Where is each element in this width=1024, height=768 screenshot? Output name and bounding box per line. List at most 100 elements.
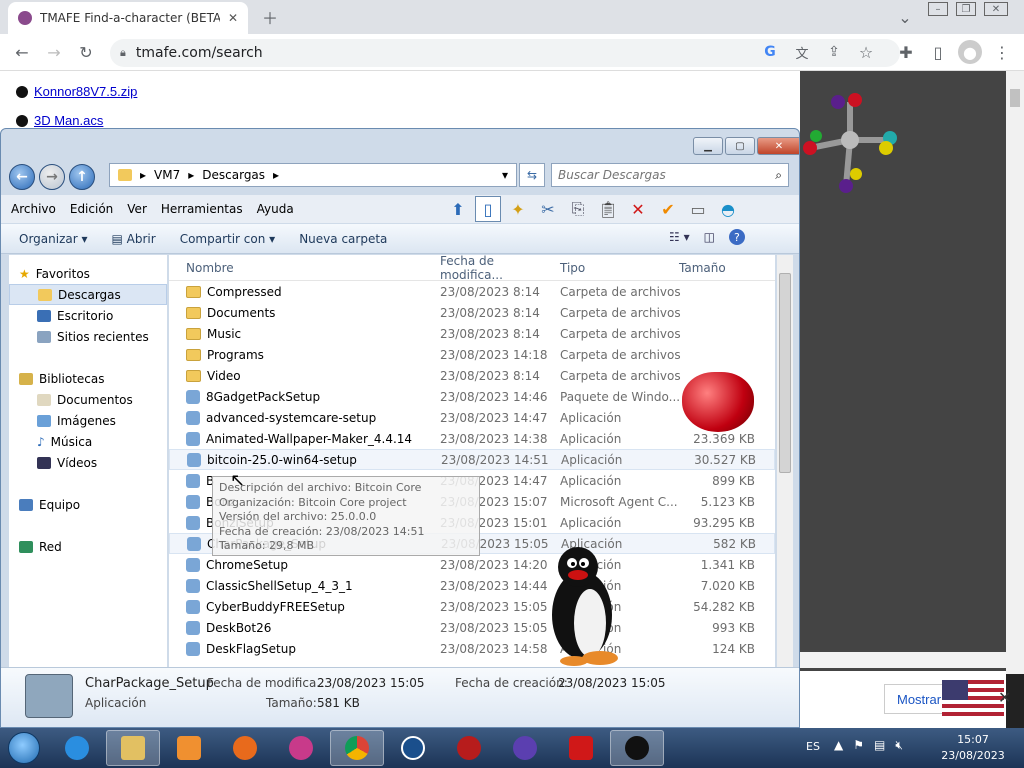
checkmark-icon[interactable]: ✔ (655, 196, 681, 222)
refresh-icon[interactable]: ⇆ (519, 163, 545, 187)
column-tamano[interactable]: Tamaño (669, 261, 759, 275)
nav-imagenes[interactable]: Imágenes (9, 410, 167, 431)
view-options-icon[interactable]: ☷ ▾ (669, 230, 690, 244)
explorer-maximize-icon[interactable]: ▢ (725, 137, 755, 155)
minimize-icon[interactable]: – (928, 2, 948, 16)
menu-kebab-icon[interactable]: ⋮ (990, 40, 1014, 64)
explorer-search-input[interactable] (558, 168, 758, 182)
menu-herramientas[interactable]: Herramientas (161, 202, 243, 216)
file-row[interactable]: Music 23/08/2023 8:14 Carpeta de archivos (169, 323, 775, 344)
file-row[interactable]: Animated-Wallpaper-Maker_4.4.14 23/08/202… (169, 428, 775, 449)
menu-archivo[interactable]: Archivo (11, 202, 56, 216)
file-row[interactable]: CyberBuddyFREESetup23/08/2023 15:05Aplic… (169, 596, 775, 617)
file-row[interactable]: bitcoin-25.0-win64-setup 23/08/2023 14:51… (169, 449, 775, 470)
page-scrollbar[interactable] (1006, 71, 1024, 674)
taskbar-shield-app[interactable] (498, 730, 552, 766)
taskbar-chrome[interactable] (330, 730, 384, 766)
history-dropdown-icon[interactable]: ▾ (502, 168, 508, 182)
properties-icon[interactable]: ▭ (685, 196, 711, 222)
file-row[interactable]: DeskBot2623/08/2023 15:05Aplicación993 K… (169, 617, 775, 638)
nav-favoritos[interactable]: ★ Favoritos (9, 263, 167, 284)
back-icon[interactable]: ← (10, 40, 34, 64)
taskbar-media[interactable] (162, 730, 216, 766)
menu-edicion[interactable]: Edición (70, 202, 113, 216)
download-link-konnor[interactable]: Konnor88V7.5.zip (16, 84, 137, 99)
nav-musica[interactable]: ♪ Música (9, 431, 167, 452)
column-tipo[interactable]: Tipo (550, 261, 669, 275)
menu-ver[interactable]: Ver (127, 202, 147, 216)
taskbar-firefox[interactable] (218, 730, 272, 766)
action-center-flag-icon[interactable]: ⚑ (853, 738, 864, 753)
breadcrumb-vm7[interactable]: VM7 (154, 168, 180, 182)
file-list-scrollbar[interactable] (777, 255, 793, 667)
sidebar-icon[interactable]: ▯ (926, 40, 950, 64)
column-nombre[interactable]: Nombre (169, 261, 430, 275)
explorer-close-icon[interactable]: ✕ (757, 137, 799, 155)
file-row[interactable]: ChromeSetup23/08/2023 14:20Aplicación1.3… (169, 554, 775, 575)
taskbar-explorer[interactable] (106, 730, 160, 766)
file-row[interactable]: ClassicShellSetup_4_3_123/08/2023 14:44A… (169, 575, 775, 596)
copy-icon[interactable]: ⎘ (565, 196, 591, 222)
column-fecha[interactable]: Fecha de modifica... (430, 254, 550, 282)
taskbar-firefox-2[interactable] (274, 730, 328, 766)
share-icon[interactable]: ⇪ (822, 40, 846, 64)
nav-videos[interactable]: Vídeos (9, 452, 167, 473)
explorer-forward-icon[interactable]: → (39, 164, 65, 190)
share-with-button[interactable]: Compartir con ▾ (180, 232, 276, 246)
extensions-icon[interactable]: ✚ (894, 40, 918, 64)
close-overlay-icon[interactable]: ✕ (998, 688, 1011, 707)
file-row[interactable]: Documents 23/08/2023 8:14 Carpeta de archi… (169, 302, 775, 323)
google-icon[interactable]: G (758, 40, 782, 64)
menu-ayuda[interactable]: Ayuda (257, 202, 294, 216)
preview-pane-icon[interactable]: ◫ (704, 230, 715, 244)
folder-pane-icon[interactable]: ▯ (475, 196, 501, 222)
explorer-search[interactable]: ⌕ (551, 163, 789, 187)
reload-icon[interactable]: ↻ (74, 40, 98, 64)
bookmark-star-icon[interactable]: ☆ (854, 40, 878, 64)
taskbar-clock[interactable]: 15:07 23/08/2023 (938, 732, 1008, 764)
download-link-3dman[interactable]: 3D Man.acs (16, 113, 103, 128)
close-window-icon[interactable]: ✕ (984, 2, 1008, 16)
explorer-back-icon[interactable]: ← (9, 164, 35, 190)
tab-search-icon[interactable]: ⌄ (893, 5, 917, 29)
up-folder-icon[interactable]: ⬆ (445, 196, 471, 222)
nav-equipo[interactable]: Equipo (9, 494, 167, 515)
taskbar-gear-app[interactable] (442, 730, 496, 766)
breadcrumb[interactable]: ▸ VM7 ▸ Descargas ▸ ▾ (109, 163, 517, 187)
file-row[interactable]: Programs 23/08/2023 14:18 Carpeta de archi… (169, 344, 775, 365)
nav-red[interactable]: Red (9, 536, 167, 557)
taskbar-agent[interactable] (610, 730, 664, 766)
taskbar-red-s-app[interactable] (554, 730, 608, 766)
cut-icon[interactable]: ✂ (535, 196, 561, 222)
bookmark-folder-icon[interactable]: ✦ (505, 196, 531, 222)
translate-icon[interactable]: 文 (790, 40, 814, 64)
start-button[interactable] (0, 728, 48, 768)
explorer-up-icon[interactable]: ↑ (69, 164, 95, 190)
network-tray-icon[interactable]: ▤ (874, 738, 885, 753)
help-icon[interactable]: ? (728, 229, 745, 245)
explorer-minimize-icon[interactable]: ▁ (693, 137, 723, 155)
delete-icon[interactable]: ✕ (625, 196, 651, 222)
file-row[interactable]: DeskFlagSetup23/08/2023 14:58Aplicación1… (169, 638, 775, 659)
open-button[interactable]: ▤ Abrir (112, 232, 156, 246)
new-folder-button[interactable]: Nueva carpeta (299, 232, 387, 246)
nav-bibliotecas[interactable]: Bibliotecas (9, 368, 167, 389)
shell-icon[interactable]: ◓ (715, 196, 741, 222)
new-tab-icon[interactable]: ＋ (258, 5, 282, 29)
profile-avatar-icon[interactable]: ● (958, 40, 982, 64)
volume-muted-icon[interactable]: 🔇︎ (895, 738, 903, 753)
close-tab-icon[interactable]: ✕ (228, 11, 238, 25)
nav-descargas[interactable]: Descargas (9, 284, 167, 305)
breadcrumb-descargas[interactable]: Descargas (202, 168, 265, 182)
taskbar-ie[interactable] (50, 730, 104, 766)
file-row[interactable]: Video 23/08/2023 8:14 Carpeta de archivos (169, 365, 775, 386)
tray-expand-icon[interactable]: ▲ (834, 738, 843, 753)
maximize-icon[interactable]: ❐ (956, 2, 976, 16)
paste-icon[interactable]: 📋︎ (595, 196, 621, 222)
organize-button[interactable]: Organizar ▾ (19, 232, 88, 246)
nav-escritorio[interactable]: Escritorio (9, 305, 167, 326)
file-row[interactable]: Compressed 23/08/2023 8:14 Carpeta de arch… (169, 281, 775, 302)
nav-documentos[interactable]: Documentos (9, 389, 167, 410)
language-indicator[interactable]: ES (806, 740, 820, 753)
forward-icon[interactable]: → (42, 40, 66, 64)
